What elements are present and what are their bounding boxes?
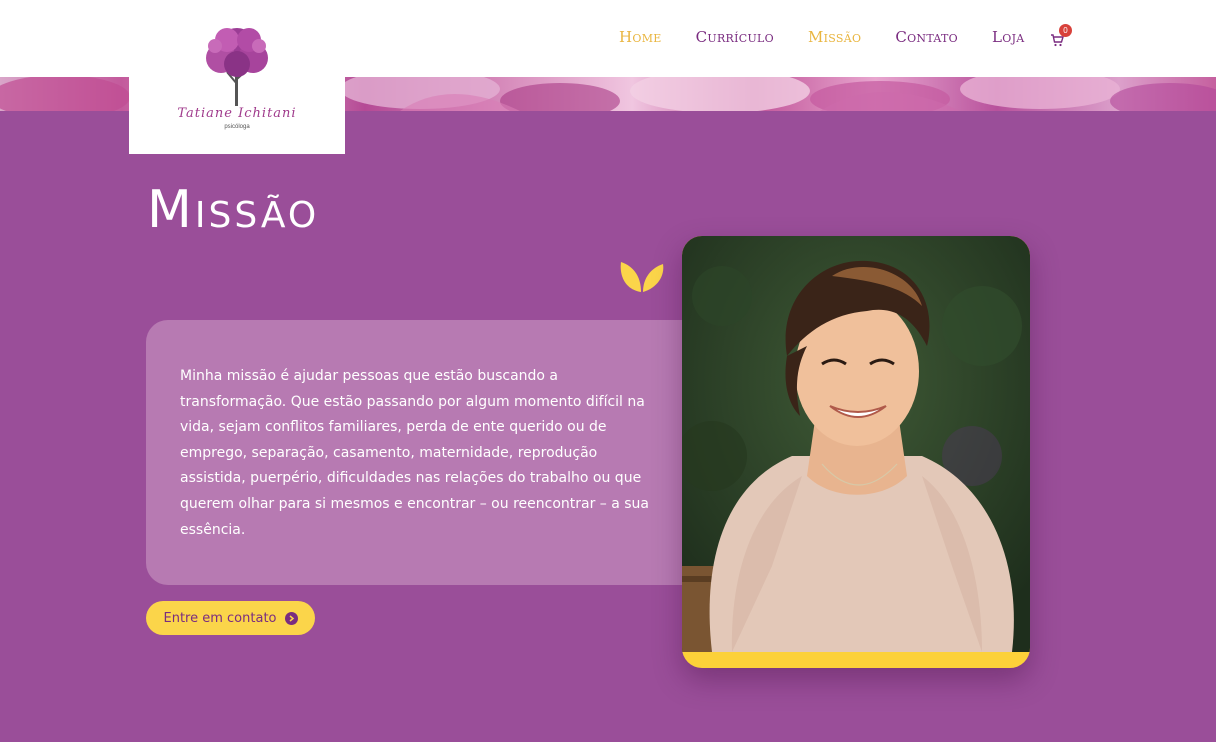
nav-item-loja[interactable]: Loja: [992, 27, 1025, 47]
nav-item-curriculo[interactable]: Currículo: [696, 27, 774, 47]
page-title: Missão: [147, 180, 320, 240]
contact-button[interactable]: Entre em contato: [146, 601, 315, 635]
nav-item-missao[interactable]: Missão: [808, 27, 861, 47]
tree-logo-icon: [206, 28, 268, 106]
mission-text: Minha missão é ajudar pessoas que estão …: [180, 368, 650, 538]
nav-item-home[interactable]: Home: [619, 27, 662, 47]
logo-subtitle: psicóloga: [224, 124, 250, 130]
contact-button-label: Entre em contato: [163, 610, 277, 626]
leaf-icon: [620, 262, 664, 292]
cart-count-badge: 0: [1059, 24, 1072, 37]
main-nav: Home Currículo Missão Contato Loja: [619, 27, 1059, 47]
nav-item-contato[interactable]: Contato: [895, 27, 958, 47]
logo-name: Tatiane Ichitani: [177, 106, 297, 121]
cart-button[interactable]: 0: [1050, 24, 1072, 47]
site-logo[interactable]: Tatiane Ichitani psicóloga: [129, 0, 345, 154]
chevron-circle-right-icon: [284, 611, 298, 625]
mission-card: Minha missão é ajudar pessoas que estão …: [146, 320, 706, 585]
profile-photo: [682, 236, 1030, 668]
